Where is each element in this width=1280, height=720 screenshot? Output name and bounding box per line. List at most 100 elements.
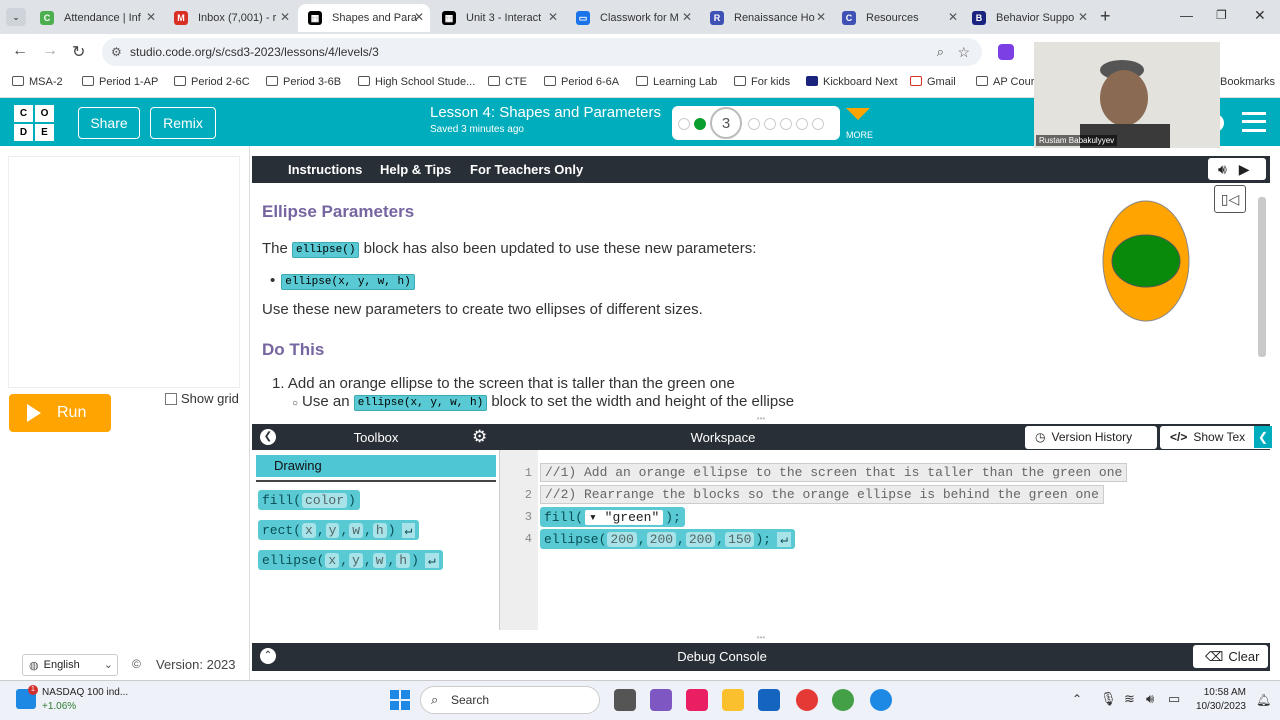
more-label[interactable]: MORE (846, 130, 873, 140)
color-dropdown[interactable]: ▾ "green" (585, 509, 664, 525)
comment-block[interactable]: //2) Rearrange the blocks so the orange … (540, 485, 1104, 504)
task-view-icon[interactable] (614, 689, 636, 711)
remix-button[interactable]: Remix (150, 107, 216, 139)
minimize-icon[interactable]: — (1180, 8, 1193, 23)
immersive-reader-icon[interactable]: ▯◁ (1214, 185, 1246, 213)
close-icon[interactable]: ✕ (146, 10, 156, 24)
microphone-icon[interactable]: 🎙︎ (1100, 691, 1117, 707)
toolbox-block-fill[interactable]: fill(color) (258, 490, 360, 510)
workspace-editor[interactable]: 1 2 3 4 //1) Add an orange ellipse to th… (500, 450, 1270, 630)
chevron-up-icon[interactable]: ⌃ (1072, 692, 1082, 706)
forward-icon[interactable]: → (42, 42, 58, 60)
taskbar-search[interactable]: ⌕ Search (420, 686, 600, 714)
comment-block[interactable]: //1) Add an orange ellipse to the screen… (540, 463, 1128, 482)
bookmark-learning-lab[interactable]: Learning Lab (636, 76, 717, 88)
url-field[interactable]: ⚙ studio.code.org/s/csd3-2023/lessons/4/… (102, 38, 982, 66)
show-grid-checkbox[interactable] (165, 392, 177, 405)
bookmark-period6[interactable]: Period 6-6A (544, 76, 619, 88)
code-block-ellipse[interactable]: ellipse(200, 200, 200, 150); ↵ (540, 529, 795, 549)
lesson-title[interactable]: Lesson 4: Shapes and Parameters (430, 104, 661, 121)
bookmark-for-kids[interactable]: For kids (734, 76, 790, 88)
restore-icon[interactable]: ❐ (1216, 8, 1227, 22)
hamburger-menu-icon[interactable] (1242, 112, 1266, 132)
level-dot[interactable] (796, 118, 808, 130)
level-dot[interactable] (748, 118, 760, 130)
bookmark-msa2[interactable]: MSA-2 (12, 76, 63, 88)
file-explorer-icon[interactable] (722, 689, 744, 711)
tab-classwork[interactable]: ▭ Classwork for M ✕ (566, 4, 698, 32)
toolbox-block-rect[interactable]: rect(x, y, w, h) ↵ (258, 520, 420, 540)
battery-icon[interactable]: ▭ (1168, 691, 1180, 707)
language-select[interactable]: ◍ English ⌄ (22, 654, 118, 676)
zoom-icon[interactable]: ⌕ (937, 38, 944, 66)
new-tab-icon[interactable]: + (1100, 6, 1111, 27)
close-icon[interactable]: ✕ (682, 10, 692, 24)
clock-date[interactable]: 10/30/2023 (1186, 701, 1246, 712)
share-button[interactable]: Share (78, 107, 140, 139)
tab-inbox[interactable]: M Inbox (7,001) - r ✕ (164, 4, 296, 32)
tab-instructions[interactable]: Instructions (288, 162, 362, 177)
window-close-icon[interactable]: ✕ (1254, 7, 1266, 24)
codeorg-logo[interactable]: C O D E (14, 105, 54, 141)
close-icon[interactable]: ✕ (948, 10, 958, 24)
copyright-icon[interactable]: © (132, 657, 141, 671)
gear-icon[interactable]: ⚙ (472, 427, 487, 447)
clear-button[interactable]: ⌫ Clear (1193, 645, 1268, 668)
run-button[interactable]: Run (9, 394, 111, 432)
close-icon[interactable]: ✕ (414, 10, 424, 24)
chrome-icon[interactable] (796, 689, 818, 711)
level-dot[interactable] (780, 118, 792, 130)
back-icon[interactable]: ← (12, 42, 28, 60)
level-dot[interactable] (812, 118, 824, 130)
current-level-bubble[interactable]: 3 (710, 107, 742, 139)
scrollbar[interactable] (1258, 197, 1266, 357)
reload-icon[interactable]: ↻ (72, 42, 85, 62)
slack-icon[interactable] (686, 689, 708, 711)
level-dot[interactable] (764, 118, 776, 130)
close-icon[interactable]: ✕ (816, 10, 826, 24)
tab-help-tips[interactable]: Help & Tips (380, 162, 451, 177)
version-history-button[interactable]: ◷ Version History (1025, 426, 1157, 449)
play-icon[interactable]: ▶ (1239, 161, 1250, 177)
tab-teachers-only[interactable]: For Teachers Only (470, 162, 583, 177)
resize-handle[interactable]: ••• (752, 414, 770, 423)
tab-unit3[interactable]: ▦ Unit 3 - Interact ✕ (432, 4, 564, 32)
code-block-fill[interactable]: fill(▾ "green"); (540, 507, 685, 527)
bookmark-period3[interactable]: Period 3-6B (266, 76, 341, 88)
collapse-instructions-icon[interactable]: ❮ (1254, 426, 1272, 448)
bookmark-ap-course[interactable]: AP Cours (976, 76, 1040, 88)
zoom-app-icon[interactable] (870, 689, 892, 711)
windows-start-icon[interactable] (390, 690, 410, 710)
stock-name[interactable]: NASDAQ 100 ind... (42, 687, 128, 698)
notifications-icon[interactable]: 🔔︎ (1256, 693, 1271, 707)
bookmark-kickboard[interactable]: Kickboard Next (806, 76, 898, 88)
close-icon[interactable]: ✕ (548, 10, 558, 24)
bookmark-cte[interactable]: CTE (488, 76, 527, 88)
category-drawing[interactable]: Drawing (256, 455, 496, 477)
toolbox-block-ellipse[interactable]: ellipse(x, y, w, h) ↵ (258, 550, 443, 570)
bookmark-gmail[interactable]: Gmail (910, 76, 956, 88)
clock-time[interactable]: 10:58 AM (1192, 687, 1246, 698)
text-to-speech-controls[interactable]: 🔊︎ ▶ (1208, 158, 1266, 180)
tab-renaissance[interactable]: R Renaissance Ho ✕ (700, 4, 832, 32)
store-icon[interactable] (758, 689, 780, 711)
wifi-icon[interactable]: ≋ (1124, 691, 1135, 707)
tab-resources[interactable]: C Resources ✕ (832, 4, 964, 32)
close-icon[interactable]: ✕ (280, 10, 290, 24)
all-bookmarks[interactable]: Bookmarks (1220, 76, 1275, 88)
resize-handle[interactable]: ••• (752, 633, 770, 642)
chrome-profile-icon[interactable] (832, 689, 854, 711)
bookmark-star-icon[interactable]: ☆ (957, 38, 970, 66)
volume-icon[interactable]: 🔊︎ (1146, 691, 1154, 707)
speaker-icon[interactable]: 🔊︎ (1218, 161, 1227, 177)
site-info-icon[interactable]: ⚙ (111, 38, 122, 66)
tab-behavior[interactable]: B Behavior Suppo ✕ (962, 4, 1094, 32)
chat-icon[interactable] (650, 689, 672, 711)
bookmark-period1[interactable]: Period 1-AP (82, 76, 158, 88)
tab-search-icon[interactable]: ⌄ (6, 8, 26, 26)
level-dot[interactable] (678, 118, 690, 130)
bookmark-high-school[interactable]: High School Stude... (358, 76, 475, 88)
close-icon[interactable]: ✕ (1078, 10, 1088, 24)
tab-attendance[interactable]: C Attendance | Inf ✕ (30, 4, 162, 32)
show-grid-toggle[interactable]: Show grid (165, 391, 239, 406)
